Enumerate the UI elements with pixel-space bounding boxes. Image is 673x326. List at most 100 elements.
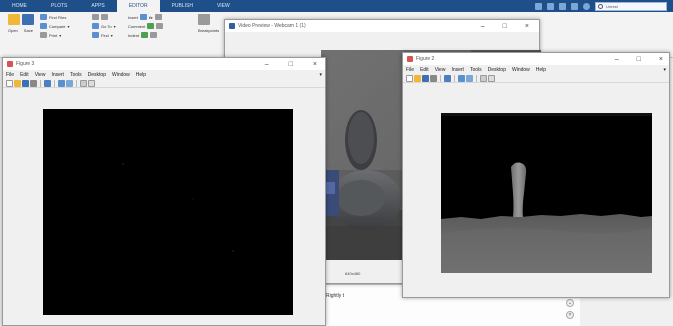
- indent-icon: [92, 14, 99, 20]
- decrease-indent-icon: [150, 32, 158, 38]
- menu-desktop[interactable]: Desktop: [88, 72, 106, 78]
- link-plot-icon[interactable]: [444, 74, 451, 82]
- close-button[interactable]: ×: [659, 56, 663, 63]
- search-documentation-input[interactable]: Unrest: [595, 1, 667, 11]
- insert-colorbar-icon[interactable]: [458, 74, 465, 82]
- edit-plot-icon[interactable]: [80, 79, 87, 87]
- save-figure-icon[interactable]: [22, 79, 29, 87]
- breakpoints-button[interactable]: Breakpoints: [198, 28, 219, 33]
- matlab-tab-bar: HOME PLOTS APPS EDITOR PUBLISH VIEW Unre…: [0, 0, 673, 12]
- insert-dropdown-icon: [154, 14, 162, 20]
- menu-help[interactable]: Help: [536, 67, 546, 73]
- figure-2-window[interactable]: Figure 2 – □ × File Edit View Insert Too…: [402, 52, 670, 298]
- ribbon-goto-group: Go To ▾ Find ▾: [92, 14, 116, 38]
- menu-help[interactable]: Help: [136, 72, 146, 78]
- maximize-button[interactable]: □: [289, 61, 293, 68]
- figure-3-title-bar[interactable]: Figure 3 – □ ×: [3, 58, 325, 70]
- video-preview-title: Video Preview - Webcam 1 (1): [238, 23, 306, 29]
- video-preview-title-bar[interactable]: Video Preview - Webcam 1 (1) – □ ×: [225, 20, 539, 32]
- menu-insert[interactable]: Insert: [451, 67, 464, 73]
- insert-legend-icon[interactable]: [66, 79, 73, 87]
- insert-button[interactable]: Insert: [128, 15, 138, 20]
- menu-insert[interactable]: Insert: [51, 72, 64, 78]
- save-figure-icon[interactable]: [422, 74, 429, 82]
- link-plot-icon[interactable]: [44, 79, 51, 87]
- scroll-down-icon[interactable]: ⌄: [566, 299, 574, 307]
- menu-desktop[interactable]: Desktop: [488, 67, 506, 73]
- figure-3-window[interactable]: Figure 3 – □ × File Edit View Insert Too…: [2, 57, 326, 326]
- minimize-button[interactable]: –: [265, 61, 269, 68]
- open-button[interactable]: Open: [8, 28, 18, 33]
- insert-colorbar-icon[interactable]: [58, 79, 65, 87]
- find-button[interactable]: Find: [101, 33, 109, 38]
- command-window-text: Rightly t: [326, 293, 345, 299]
- figure-2-title-bar[interactable]: Figure 2 – □ ×: [403, 53, 669, 65]
- print-figure-icon[interactable]: [430, 74, 437, 82]
- figure-3-image-axes: [43, 109, 293, 315]
- tab-apps[interactable]: APPS: [79, 0, 116, 12]
- print-figure-icon[interactable]: [30, 79, 37, 87]
- open-property-inspector-icon[interactable]: [88, 79, 95, 87]
- menu-overflow-icon[interactable]: ▾: [319, 72, 322, 78]
- cut-icon[interactable]: [547, 2, 554, 10]
- find-files-button[interactable]: Find Files: [49, 15, 66, 20]
- tab-view[interactable]: VIEW: [205, 0, 242, 12]
- new-figure-icon[interactable]: [406, 74, 413, 82]
- open-property-inspector-icon[interactable]: [488, 74, 495, 82]
- ribbon-edit-group: Insert fx Comment Indent: [128, 14, 164, 38]
- menu-view[interactable]: View: [35, 72, 46, 78]
- undo-icon[interactable]: [571, 2, 578, 10]
- insert-icon: [140, 14, 148, 20]
- menu-file[interactable]: File: [406, 67, 414, 73]
- close-button[interactable]: ×: [313, 61, 317, 68]
- compare-icon: [40, 23, 47, 29]
- compare-button[interactable]: Compare: [49, 24, 65, 29]
- close-button[interactable]: ×: [525, 23, 529, 30]
- save-button[interactable]: Save: [24, 28, 33, 33]
- menu-tools[interactable]: Tools: [470, 67, 482, 73]
- print-icon: [40, 32, 47, 38]
- open-file-icon[interactable]: [414, 74, 421, 82]
- tab-publish[interactable]: PUBLISH: [160, 0, 205, 12]
- fx-icon[interactable]: fx: [149, 15, 153, 20]
- help-icon[interactable]: [583, 2, 590, 10]
- insert-legend-icon[interactable]: [466, 74, 473, 82]
- ribbon-navigate-group: Find Files Compare ▾ Print ▾: [40, 14, 69, 38]
- menu-window[interactable]: Window: [512, 67, 530, 73]
- save-large-icon[interactable]: [22, 14, 34, 25]
- maximize-button[interactable]: □: [637, 56, 641, 63]
- menu-tools[interactable]: Tools: [70, 72, 82, 78]
- tab-editor[interactable]: EDITOR: [116, 0, 160, 12]
- menu-file[interactable]: File: [6, 72, 14, 78]
- tab-home[interactable]: HOME: [0, 0, 39, 12]
- menu-edit[interactable]: Edit: [420, 67, 429, 73]
- edit-plot-icon[interactable]: [480, 74, 487, 82]
- menu-window[interactable]: Window: [112, 72, 130, 78]
- figure-3-title: Figure 3: [16, 61, 35, 67]
- go-to-button[interactable]: Go To: [101, 24, 112, 29]
- copy-icon[interactable]: [559, 2, 566, 10]
- video-preview-app-icon: [229, 23, 235, 29]
- print-button[interactable]: Print: [49, 33, 57, 38]
- comment-button[interactable]: Comment: [128, 24, 145, 29]
- smart-indent-icon: [141, 32, 149, 38]
- menu-view[interactable]: View: [435, 67, 446, 73]
- minimize-button[interactable]: –: [615, 56, 619, 63]
- breakpoints-icon[interactable]: [198, 14, 210, 25]
- figure-2-image-axes: [441, 113, 652, 273]
- scroll-clear-icon[interactable]: ×: [566, 311, 574, 319]
- new-figure-icon[interactable]: [6, 79, 13, 87]
- figure-3-app-icon: [7, 61, 13, 67]
- menu-edit[interactable]: Edit: [20, 72, 29, 78]
- ribbon-breakpoints-group: Breakpoints: [198, 14, 219, 33]
- tab-plots[interactable]: PLOTS: [39, 0, 79, 12]
- minimize-button[interactable]: –: [481, 23, 485, 30]
- comment-icon: [147, 23, 155, 29]
- menu-overflow-icon[interactable]: ▾: [663, 67, 666, 73]
- open-file-icon[interactable]: [14, 79, 21, 87]
- ribbon-file-group: Open Save: [8, 14, 34, 33]
- indent-button[interactable]: Indent: [128, 33, 139, 38]
- new-folder-icon[interactable]: [8, 14, 20, 25]
- maximize-button[interactable]: □: [503, 23, 507, 30]
- save-icon[interactable]: [535, 2, 542, 10]
